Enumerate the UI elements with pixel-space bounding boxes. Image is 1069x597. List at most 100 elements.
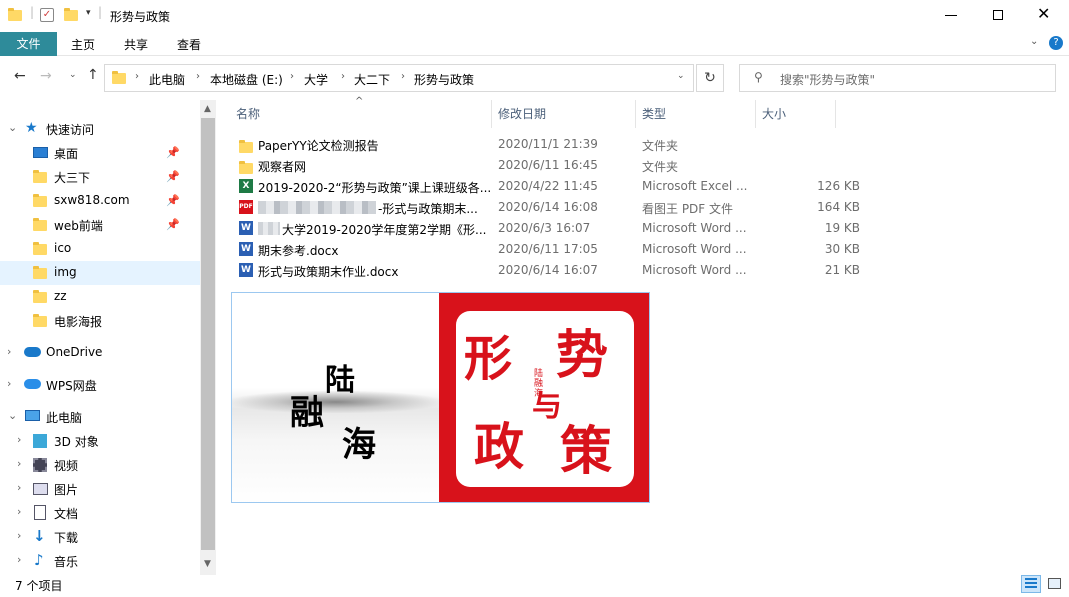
chevron-right-icon[interactable]: › [341,71,345,82]
back-icon[interactable]: ← [14,68,26,84]
word-icon: W [239,242,253,256]
file-row[interactable]: X 2019-2020-2“形势与政策”课上课班级各... 2020/4/22 … [232,176,860,197]
file-name: 观察者网 [258,160,307,174]
word-icon: W [239,263,253,277]
address-bar[interactable]: › 此电脑 › 本地磁盘 (E:) › 大学 › 大二下 › 形势与政策 ⌄ [104,64,694,92]
chevron-right-icon[interactable]: › [17,433,21,446]
sidebar-item-folder[interactable]: web前端 📌 [0,213,200,237]
breadcrumb-sophomore[interactable]: 大二下 [354,71,390,88]
downloads-icon: ↓ [33,527,46,545]
sidebar-item-folder[interactable]: sxw818.com 📌 [0,189,200,213]
tab-file[interactable]: 文件 [0,32,57,56]
help-icon[interactable]: ? [1049,36,1063,50]
sidebar-item-label: 下载 [54,531,79,545]
up-icon[interactable]: ↑ [87,67,99,83]
column-header-size[interactable]: 大小 [762,100,786,128]
blurred-filename [258,201,376,214]
divider: | [98,5,103,19]
expand-ribbon-icon[interactable]: ⌄ [1030,36,1038,47]
scroll-up-icon[interactable]: ▲ [204,104,211,114]
column-divider[interactable] [835,100,836,128]
file-row[interactable]: W 期末参考.docx 2020/6/11 17:05 Microsoft Wo… [232,239,860,260]
sidebar-item-downloads[interactable]: › ↓ 下载 [0,525,200,549]
column-header-type[interactable]: 类型 [642,100,666,128]
search-box[interactable]: ⚲ 搜索"形势与政策" [739,64,1056,92]
sidebar-item-quick-access[interactable]: ⌄ ★ 快速访问 [0,117,200,141]
file-type: 看图王 PDF 文件 [642,202,734,216]
file-row[interactable]: W 大学2019-2020学年度第2学期《形... 2020/6/3 16:07… [232,218,860,239]
sidebar-item-documents[interactable]: › 文档 [0,501,200,525]
column-header-date[interactable]: 修改日期 [498,100,546,128]
chevron-right-icon[interactable]: › [17,553,21,566]
status-bar: 7 个项目 [0,575,1069,597]
new-folder-icon[interactable] [64,8,78,25]
documents-icon [34,505,46,520]
sidebar-item-pictures[interactable]: › 图片 [0,477,200,501]
chevron-down-icon[interactable]: ⌄ [677,71,685,81]
sidebar-item-3d-objects[interactable]: › 3D 对象 [0,429,200,453]
chevron-right-icon[interactable]: › [290,71,294,82]
search-placeholder[interactable]: 搜索"形势与政策" [780,71,875,88]
column-divider[interactable] [635,100,636,128]
file-name: -形式与政策期末... [378,202,478,216]
chevron-right-icon[interactable]: › [17,457,21,470]
chevron-right-icon[interactable]: › [17,529,21,542]
preview-image[interactable]: 陆 融 海 形 势 与 政 策 陆融海 [231,292,650,503]
chevron-down-icon[interactable]: ⌄ [8,409,17,422]
file-row[interactable]: PDF -形式与政策期末... 2020/6/14 16:08 看图王 PDF … [232,197,860,218]
chevron-right-icon[interactable]: › [196,71,200,82]
breadcrumb-this-pc[interactable]: 此电脑 [149,71,185,88]
sidebar-item-music[interactable]: › ♪ 音乐 [0,549,200,573]
sidebar-scrollbar[interactable]: ▲ ▼ [200,100,216,575]
tab-home[interactable]: 主页 [71,36,95,53]
column-divider[interactable] [491,100,492,128]
recent-locations-icon[interactable]: ⌄ [69,70,77,80]
sidebar-item-label: img [54,265,77,279]
forward-icon[interactable]: → [40,68,52,84]
sidebar-item-label: zz [54,289,67,303]
sidebar-item-wps[interactable]: › WPS网盘 [0,373,200,397]
maximize-icon[interactable] [993,10,1003,20]
tab-share[interactable]: 共享 [124,36,148,53]
close-icon[interactable]: ✕ [1037,4,1050,23]
sidebar-item-folder[interactable]: ico [0,237,200,261]
chevron-right-icon[interactable]: › [7,377,11,390]
sidebar-item-folder[interactable]: zz [0,285,200,309]
sidebar-item-onedrive[interactable]: › OneDrive [0,341,200,365]
column-header-name[interactable]: 名称 [236,100,260,128]
chevron-down-icon[interactable]: ⌄ [8,121,17,134]
scroll-down-icon[interactable]: ▼ [204,559,211,569]
blurred-filename [258,222,280,235]
breadcrumb-current[interactable]: 形势与政策 [414,71,474,88]
chevron-down-icon[interactable]: ▾ [86,8,91,18]
minimize-icon[interactable] [945,15,957,16]
chevron-right-icon[interactable]: › [135,71,139,82]
thumbnail-view-button[interactable] [1045,575,1065,593]
sidebar-item-folder[interactable]: 电影海报 [0,309,200,333]
properties-icon[interactable]: ✓ [40,8,54,22]
breadcrumb-university[interactable]: 大学 [304,71,328,88]
chevron-right-icon[interactable]: › [17,481,21,494]
sidebar-item-this-pc[interactable]: ⌄ 此电脑 [0,405,200,429]
folder-icon [33,218,47,235]
file-row[interactable]: W 形式与政策期末作业.docx 2020/6/14 16:07 Microso… [232,260,860,281]
sidebar-item-video[interactable]: › 视频 [0,453,200,477]
chevron-right-icon[interactable]: › [17,505,21,518]
sidebar-item-folder-selected[interactable]: img [0,261,200,285]
chevron-right-icon[interactable]: › [401,71,405,82]
column-divider[interactable] [755,100,756,128]
breadcrumb-drive[interactable]: 本地磁盘 (E:) [210,71,283,88]
file-row[interactable]: 观察者网 2020/6/11 16:45 文件夹 [232,155,832,176]
folder-icon [33,266,47,283]
file-size: 30 KB [824,242,860,256]
refresh-button[interactable]: ↻ [696,64,724,92]
chevron-right-icon[interactable]: › [7,345,11,358]
tab-view[interactable]: 查看 [177,36,201,53]
file-row[interactable]: PaperYY论文检测报告 2020/11/1 21:39 文件夹 [232,134,832,155]
sidebar-item-folder[interactable]: 大三下 📌 [0,165,200,189]
scrollbar-thumb[interactable] [201,118,215,550]
folder-icon [239,158,253,174]
details-view-button[interactable] [1021,575,1041,593]
folder-icon [239,137,253,153]
sidebar-item-desktop[interactable]: 桌面 📌 [0,141,200,165]
